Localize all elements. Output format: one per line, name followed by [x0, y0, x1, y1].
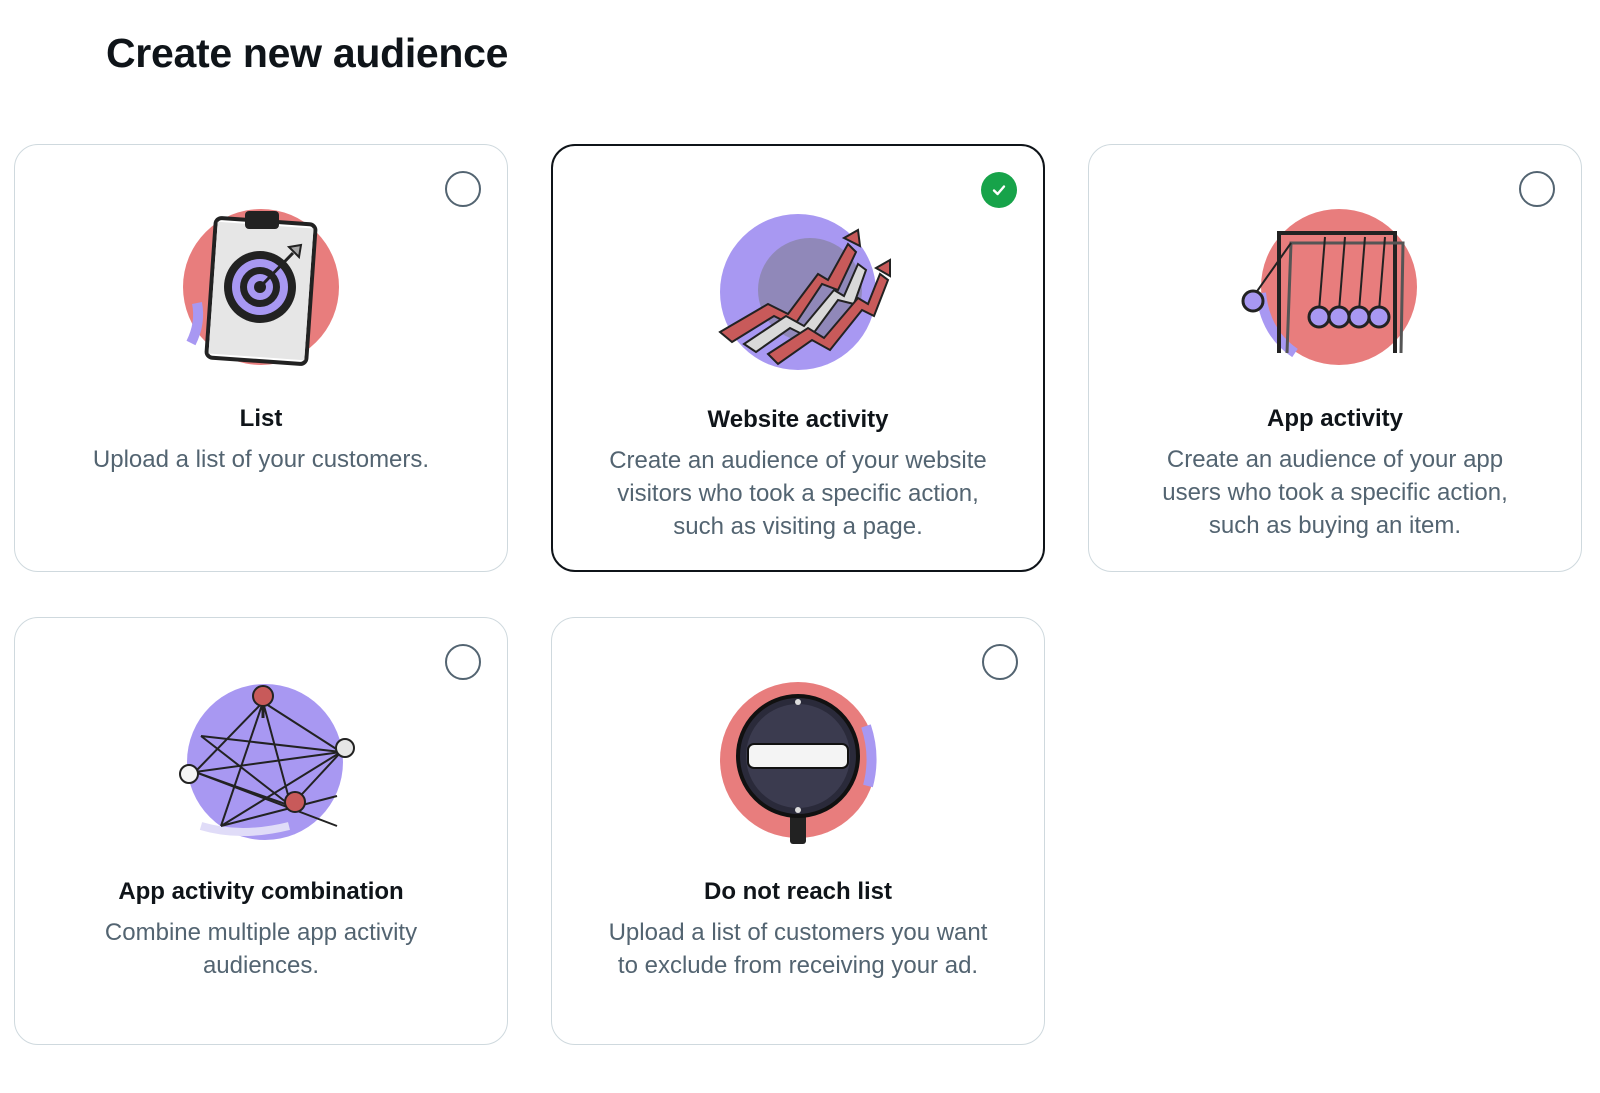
option-title: Website activity	[707, 406, 889, 433]
pushpin-network-icon	[161, 676, 361, 846]
checkmark-icon	[992, 185, 1006, 196]
audience-option-app-activity-combination[interactable]: App activity combination Combine multipl…	[14, 617, 508, 1045]
option-description: Upload a list of your customers.	[92, 446, 430, 473]
option-description: Upload a list of customers you want to e…	[608, 919, 988, 979]
option-title: Do not reach list	[703, 878, 893, 905]
audience-option-website-activity[interactable]: Website activity Create an audience of y…	[551, 144, 1045, 572]
newtons-cradle-icon	[1235, 203, 1435, 373]
audience-option-list[interactable]: List Upload a list of your customers.	[14, 144, 508, 572]
option-description: Create an audience of your website visit…	[609, 447, 987, 540]
option-radio-button[interactable]	[445, 171, 481, 207]
option-description: Combine multiple app activity audiences.	[104, 919, 418, 979]
option-title: App activity	[1266, 405, 1404, 432]
audience-option-do-not-reach-list[interactable]: Do not reach list Upload a list of custo…	[551, 617, 1045, 1045]
option-description: Create an audience of your app users who…	[1162, 446, 1508, 539]
rising-arrows-globe-icon	[698, 204, 898, 374]
option-title: App activity combination	[118, 878, 404, 905]
no-entry-sign-icon	[698, 676, 898, 846]
option-title: List	[239, 405, 283, 432]
option-radio-button-checked[interactable]	[981, 172, 1017, 208]
clipboard-target-icon	[161, 203, 361, 373]
option-radio-button[interactable]	[1519, 171, 1555, 207]
page-title: Create new audience	[106, 30, 509, 76]
option-radio-button[interactable]	[982, 644, 1018, 680]
audience-option-app-activity[interactable]: App activity Create an audience of your …	[1088, 144, 1582, 572]
option-radio-button[interactable]	[445, 644, 481, 680]
